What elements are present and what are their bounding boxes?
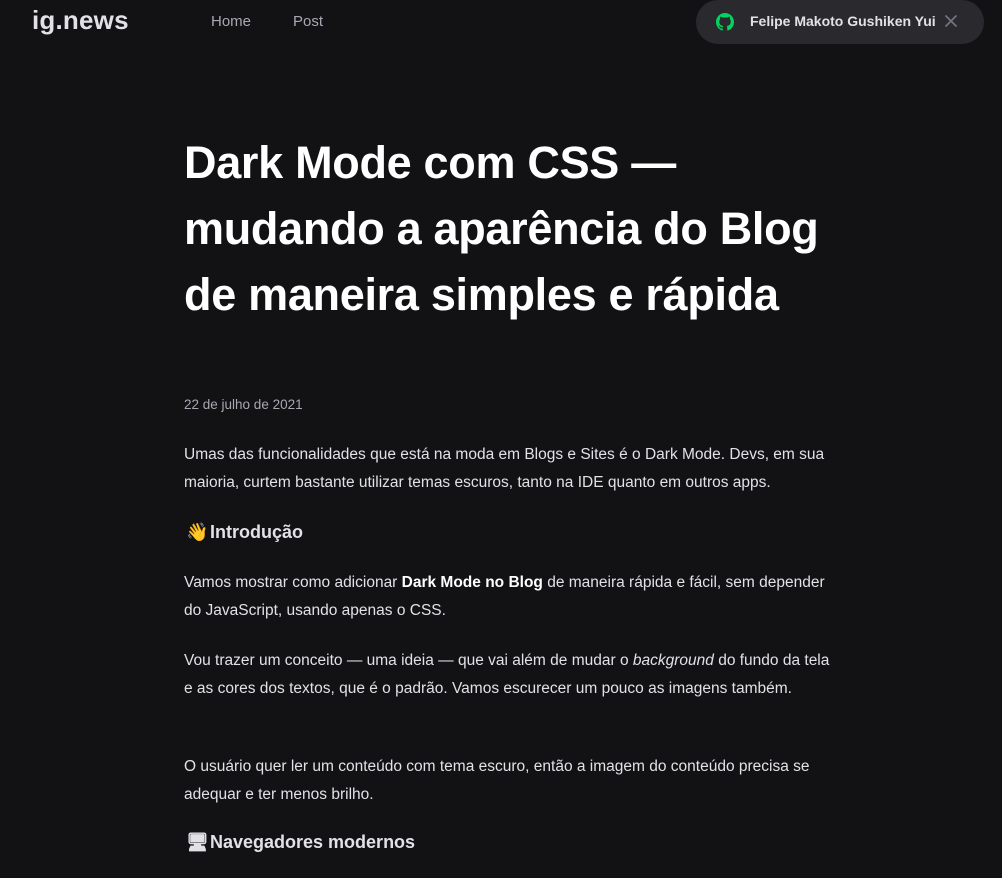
nav-home-link[interactable]: Home bbox=[211, 13, 251, 30]
italic-text: background bbox=[632, 652, 714, 669]
bold-text: Dark Mode no Blog bbox=[401, 574, 543, 591]
github-signout-button[interactable]: Felipe Makoto Gushiken Yui bbox=[696, 0, 984, 44]
section-heading-navegadores: 🖥Navegadores modernos bbox=[186, 832, 415, 853]
paragraph-concept: Vou trazer um conceito — uma ideia — que… bbox=[184, 647, 834, 703]
close-icon[interactable] bbox=[944, 14, 958, 28]
site-logo[interactable]: ig.news bbox=[32, 5, 129, 36]
article-title: Dark Mode com CSS — mudando a aparência … bbox=[184, 137, 819, 320]
article: Dark Mode com CSS — mudando a aparência … bbox=[184, 130, 824, 328]
article-date: 22 de julho de 2021 bbox=[184, 397, 303, 412]
github-icon bbox=[716, 13, 734, 31]
heading-text: Introdução bbox=[210, 522, 303, 542]
desktop-computer-icon: 🖥 bbox=[186, 832, 209, 852]
text-segment: Vou trazer um conceito — uma ideia — que… bbox=[184, 652, 633, 669]
user-name: Felipe Makoto Gushiken Yui bbox=[750, 13, 936, 29]
paragraph-dark-mode: Vamos mostrar como adicionar Dark Mode n… bbox=[184, 569, 834, 625]
site-header: ig.news Home Post Felipe Makoto Gushiken… bbox=[0, 0, 1002, 44]
paragraph-user: O usuário quer ler um conteúdo com tema … bbox=[184, 758, 810, 803]
paragraph-intro: Umas das funcionalidades que está na mod… bbox=[184, 446, 825, 491]
text-segment: Vamos mostrar como adicionar bbox=[184, 574, 402, 591]
nav-post-link[interactable]: Post bbox=[293, 13, 323, 30]
waving-hand-icon: 👋 bbox=[186, 522, 209, 542]
section-heading-introducao: 👋Introdução bbox=[186, 522, 303, 543]
heading-text: Navegadores modernos bbox=[210, 832, 416, 852]
